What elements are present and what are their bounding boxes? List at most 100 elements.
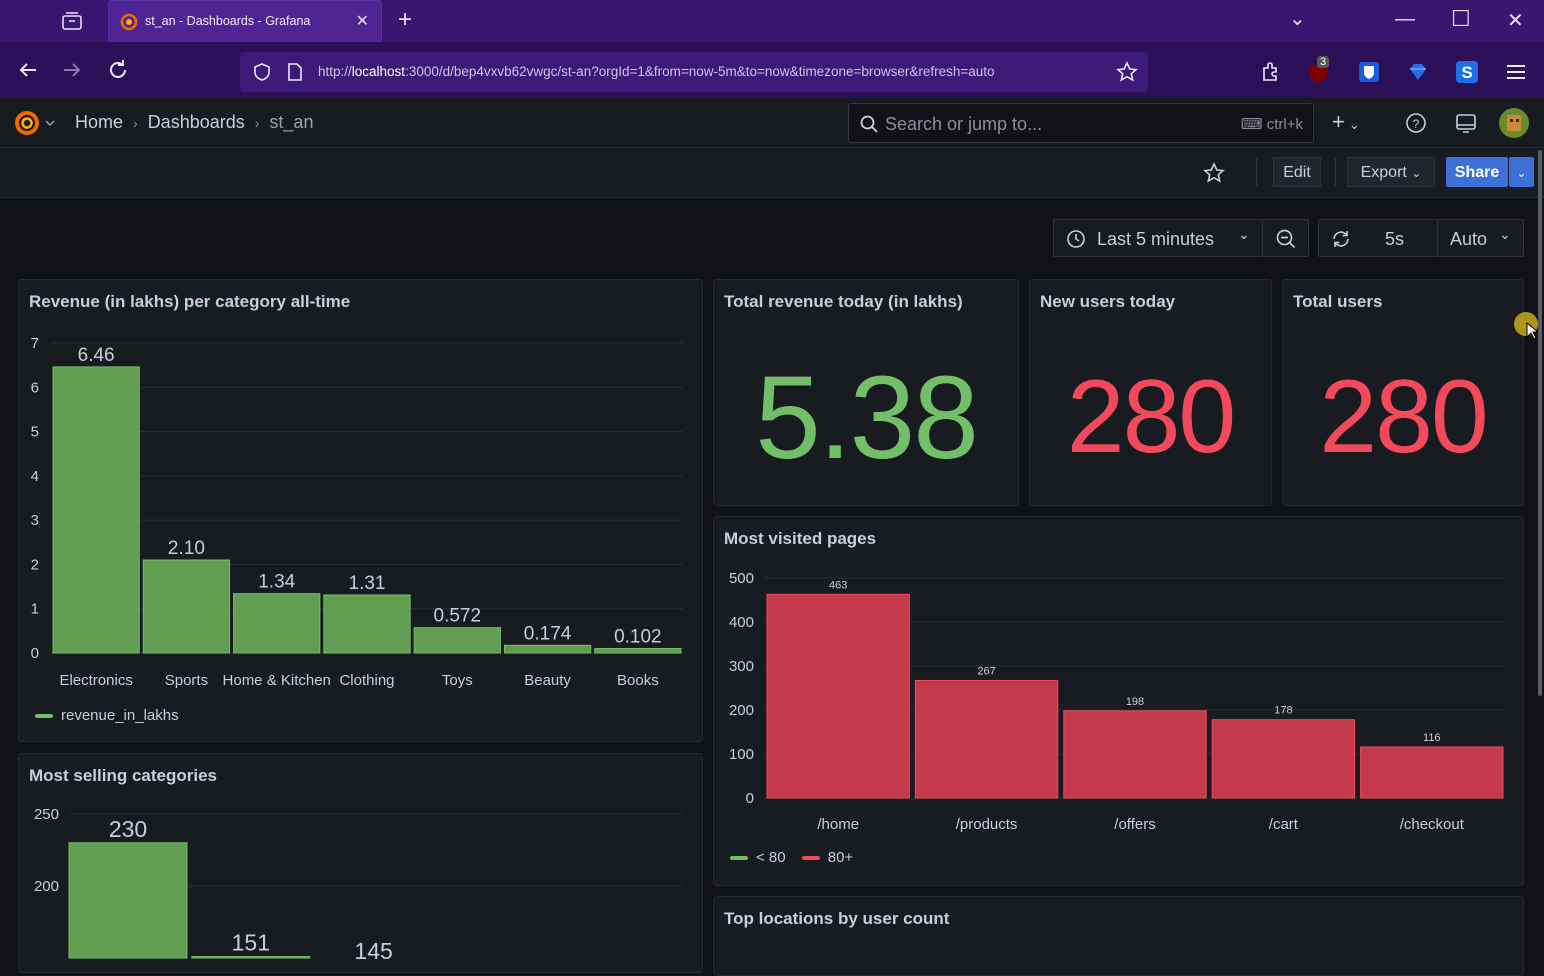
- legend-swatch: [35, 714, 53, 719]
- x-tick-label: Books: [617, 672, 659, 689]
- tab-close-icon[interactable]: ✕: [356, 11, 369, 31]
- search-icon: [860, 115, 878, 133]
- y-tick-label: 200: [34, 878, 59, 895]
- reload-icon[interactable]: [104, 56, 132, 84]
- browser-tab[interactable]: st_an - Dashboards - Grafana ✕: [108, 0, 382, 42]
- minimize-icon[interactable]: —: [1395, 8, 1415, 31]
- x-tick-label: /home: [817, 816, 859, 833]
- favorite-star-icon[interactable]: [1203, 162, 1225, 184]
- toolbar-divider: [1335, 158, 1336, 186]
- maximize-icon[interactable]: ☐: [1451, 6, 1471, 32]
- zoom-out-icon: [1276, 229, 1296, 249]
- chevron-down-icon: ⌄: [1238, 226, 1250, 242]
- url-text[interactable]: http://localhost:3000/d/bep4vxvb62vwgc/s…: [318, 64, 995, 79]
- bookmark-star-icon[interactable]: [1116, 61, 1138, 83]
- x-tick-label: Home & Kitchen: [223, 672, 331, 689]
- news-icon[interactable]: [1454, 111, 1478, 135]
- time-range-label: Last 5 minutes: [1097, 229, 1215, 249]
- new-tab-icon[interactable]: +: [398, 6, 412, 34]
- data-label: 1.34: [258, 572, 295, 593]
- close-window-icon[interactable]: ✕: [1507, 8, 1524, 33]
- breadcrumb-dashboards[interactable]: Dashboards: [148, 112, 245, 133]
- page-scrollbar[interactable]: [1538, 150, 1542, 696]
- refresh-picker[interactable]: Auto ⌄: [1437, 219, 1524, 257]
- legend-item[interactable]: revenue_in_lakhs: [35, 707, 179, 724]
- zoom-out-button[interactable]: [1262, 219, 1309, 257]
- browser-menu-icon[interactable]: [1504, 60, 1528, 84]
- bar: [142, 559, 231, 654]
- y-tick-label: 2: [31, 556, 39, 573]
- search-input[interactable]: Search or jump to... ⌨ ctrl+k: [848, 103, 1314, 143]
- panel-title: Total users: [1293, 292, 1383, 311]
- data-label: 116: [1423, 732, 1441, 744]
- bar: [233, 593, 321, 654]
- legend-label: 80+: [827, 849, 854, 866]
- export-button[interactable]: Export ⌄: [1347, 157, 1435, 187]
- y-tick-label: 4: [31, 468, 39, 485]
- y-tick-label: 5: [31, 424, 39, 441]
- back-icon[interactable]: [14, 56, 42, 84]
- revenue-per-category-panel[interactable]: Revenue (in lakhs) per category all-time…: [18, 279, 703, 742]
- chevron-down-icon: ⌄: [1411, 166, 1422, 180]
- url-bar[interactable]: http://localhost:3000/d/bep4vxvb62vwgc/s…: [240, 52, 1148, 92]
- share-button[interactable]: Share: [1446, 157, 1508, 187]
- data-label: 198: [1126, 696, 1144, 708]
- time-range-picker[interactable]: Last 5 minutes ⌄: [1053, 219, 1263, 257]
- tab-overflow-chevron-icon[interactable]: ⌄: [1289, 6, 1306, 31]
- toolbar-divider: [1256, 158, 1257, 186]
- edit-button[interactable]: Edit: [1273, 157, 1321, 187]
- new-users-panel[interactable]: New users today 280: [1029, 279, 1272, 506]
- y-tick-label: 7: [31, 335, 39, 352]
- chevron-down-icon: ⌄: [1499, 226, 1511, 242]
- bar: [323, 594, 411, 654]
- visited-bar-chart: 0 100 200 300 400 500 463/home 267/products 198 /…: [729, 570, 1506, 833]
- url-prefix: http://: [318, 64, 352, 79]
- top-locations-panel[interactable]: Top locations by user count: [713, 896, 1524, 976]
- s-extension-icon[interactable]: S: [1455, 60, 1479, 84]
- grafana-home-menu[interactable]: [12, 108, 56, 143]
- chevron-down-icon: ⌄: [1348, 117, 1360, 132]
- search-placeholder: Search or jump to...: [885, 114, 1043, 134]
- bar: [191, 956, 311, 959]
- bar: [413, 627, 501, 654]
- url-rest: :3000/d/bep4vxvb62vwgc/st-an?orgId=1&fro…: [405, 64, 995, 79]
- data-label: 2.10: [168, 538, 205, 559]
- page-info-icon[interactable]: [286, 62, 304, 82]
- x-tick-label: Beauty: [524, 672, 571, 689]
- help-icon[interactable]: ?: [1404, 111, 1428, 135]
- total-users-panel[interactable]: Total users 280: [1282, 279, 1524, 506]
- search-shortcut-text: ctrl+k: [1266, 116, 1303, 133]
- grafana-favicon-icon: [120, 13, 138, 31]
- revenue-bar-chart: 0 1 2 3 4 5 6 7 6.46 Electronics 2.10 Sports 1.34 Hom…: [31, 335, 683, 689]
- refresh-button[interactable]: 5s: [1318, 219, 1438, 257]
- bar: [766, 593, 910, 799]
- y-tick-label: 0: [746, 790, 754, 807]
- clock-icon: [1067, 230, 1085, 248]
- bitwarden-extension-icon[interactable]: [1357, 60, 1381, 84]
- data-label: 230: [109, 816, 147, 842]
- total-revenue-panel[interactable]: Total revenue today (in lakhs) 5.38: [713, 279, 1019, 506]
- most-visited-pages-panel[interactable]: Most visited pages 0 100 200 300 400 500 463/h…: [713, 516, 1524, 886]
- export-label: Export: [1360, 164, 1407, 181]
- forward-icon[interactable]: [58, 56, 86, 84]
- data-label: 178: [1274, 705, 1292, 717]
- share-dropdown-chevron-icon[interactable]: ⌄: [1509, 157, 1534, 187]
- most-selling-categories-panel[interactable]: Most selling categories 200 250 230 151 145: [18, 753, 703, 973]
- x-tick-label: /cart: [1269, 816, 1299, 833]
- mouse-pointer-icon: [1526, 322, 1538, 340]
- list-all-tabs-icon[interactable]: [60, 10, 84, 32]
- gem-extension-icon[interactable]: [1406, 60, 1430, 84]
- tracking-shield-icon[interactable]: [252, 62, 272, 82]
- bar: [68, 842, 188, 959]
- y-tick-label: 200: [729, 702, 754, 719]
- extensions-puzzle-icon[interactable]: [1258, 60, 1282, 84]
- refresh-interval-label: 5s: [1385, 229, 1405, 249]
- data-label: 267: [977, 666, 995, 678]
- add-new-button[interactable]: + ⌄: [1332, 109, 1360, 135]
- breadcrumb-home[interactable]: Home: [75, 112, 123, 133]
- user-avatar[interactable]: [1498, 107, 1530, 139]
- bar: [52, 366, 140, 654]
- legend-item[interactable]: < 80: [730, 849, 786, 866]
- legend-item[interactable]: 80+: [801, 849, 854, 866]
- ublock-extension-icon[interactable]: 3: [1306, 56, 1332, 86]
